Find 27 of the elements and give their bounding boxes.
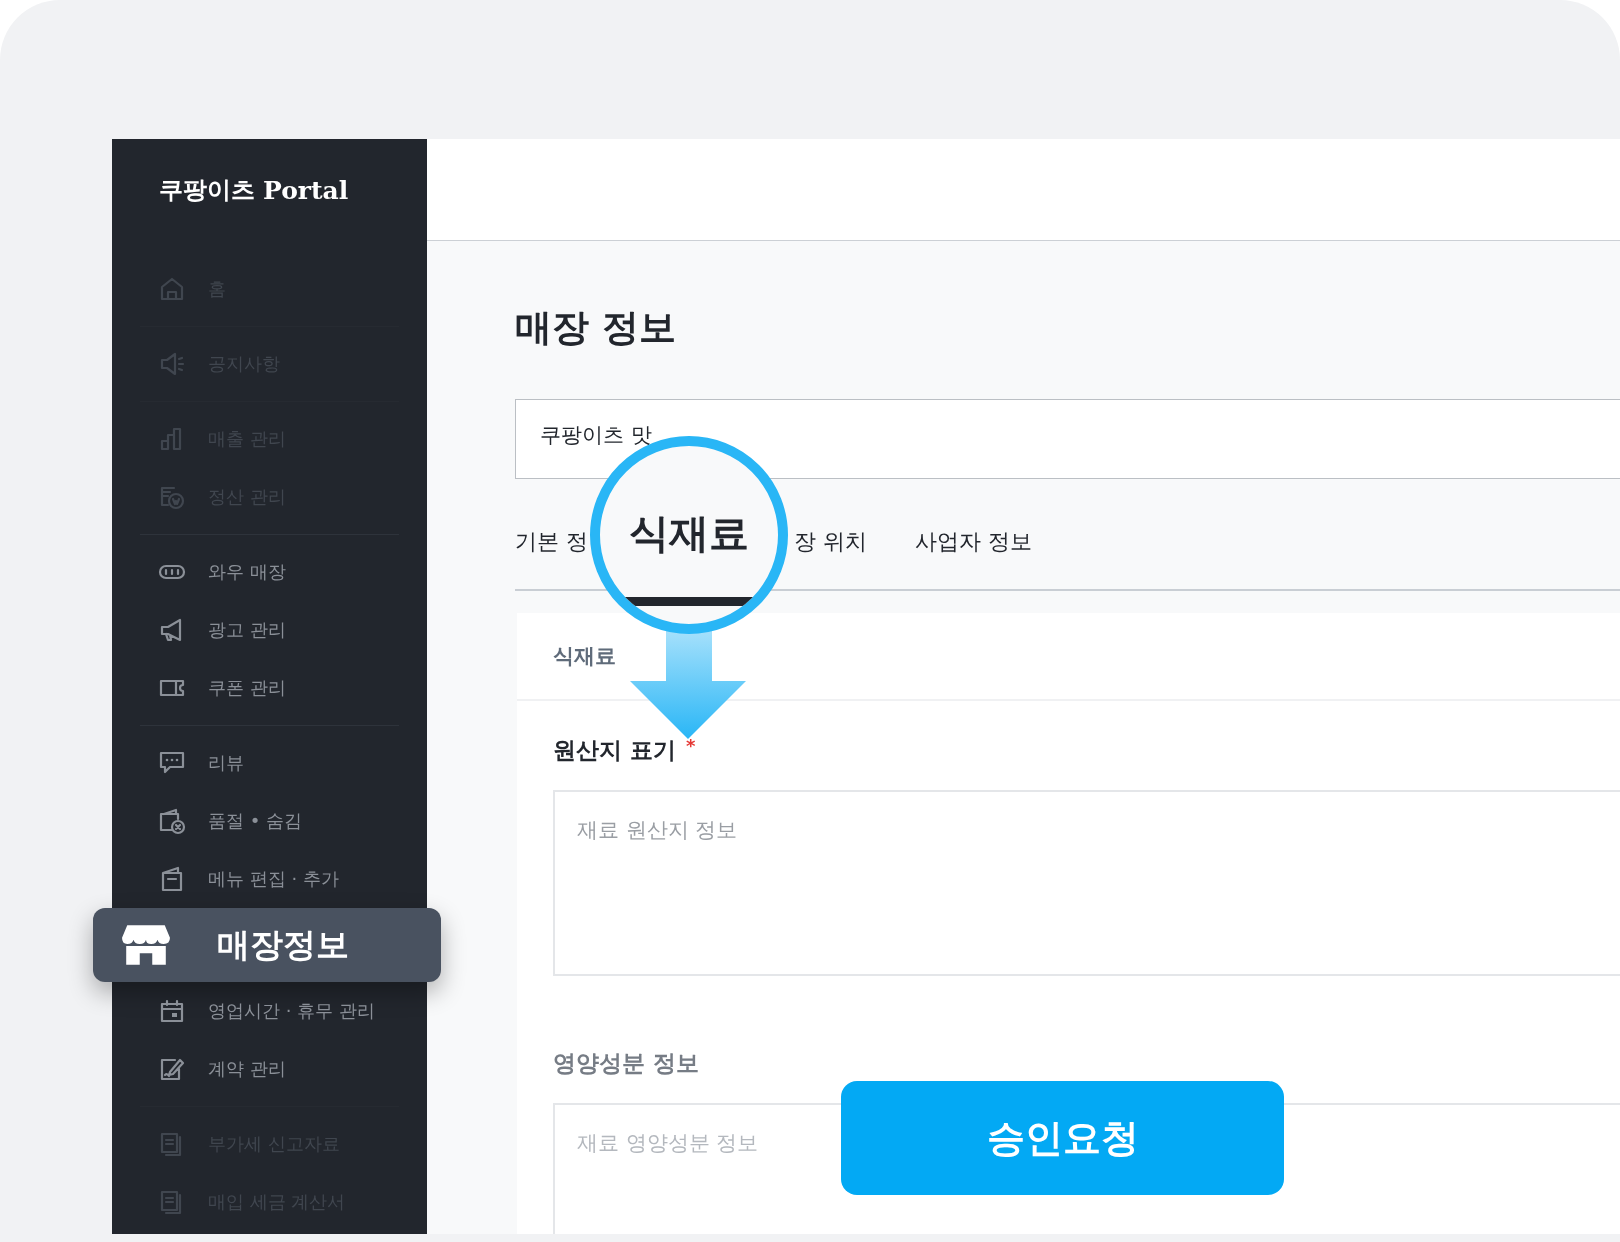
sidebar-item[interactable]: 품절 • 숨김: [140, 792, 399, 850]
box-cross-icon: [158, 807, 186, 835]
tab[interactable]: 장 위치: [794, 527, 867, 557]
sidebar-item[interactable]: 계약 관리: [140, 1040, 399, 1098]
sidebar-item[interactable]: 쿠폰 관리: [140, 659, 399, 717]
sidebar-item[interactable]: 와우 매장: [140, 543, 399, 601]
field-label: 영양성분 정보: [553, 1049, 699, 1078]
store-icon: [121, 923, 171, 967]
brand-name: 쿠팡이츠: [159, 175, 255, 206]
input-field[interactable]: 재료 원산지 정보: [553, 790, 1620, 976]
field-label: 원산지 표기: [553, 736, 676, 765]
page-title: 매장 정보: [515, 305, 677, 351]
product-name: Portal: [263, 175, 349, 205]
submit-button[interactable]: 승인요청: [841, 1081, 1284, 1195]
home-icon: [158, 275, 186, 303]
speaker-icon: [158, 350, 186, 378]
tab[interactable]: 사업자 정보: [915, 527, 1032, 557]
section-title: 식재료: [517, 613, 1620, 701]
sidebar-item[interactable]: 매장정보: [93, 908, 441, 982]
sidebar-item[interactable]: 메뉴 편집 · 추가: [140, 850, 399, 908]
sidebar-item[interactable]: 광고 관리: [140, 601, 399, 659]
required-mark: *: [686, 735, 696, 756]
tab[interactable]: 기본 정: [515, 527, 588, 557]
calendar-icon: [158, 997, 186, 1025]
store-name-field[interactable]: 쿠팡이츠 맛: [515, 399, 1620, 479]
sidebar-item[interactable]: 영업시간 · 휴무 관리: [140, 982, 399, 1040]
sidebar-item[interactable]: 리뷰: [140, 734, 399, 792]
